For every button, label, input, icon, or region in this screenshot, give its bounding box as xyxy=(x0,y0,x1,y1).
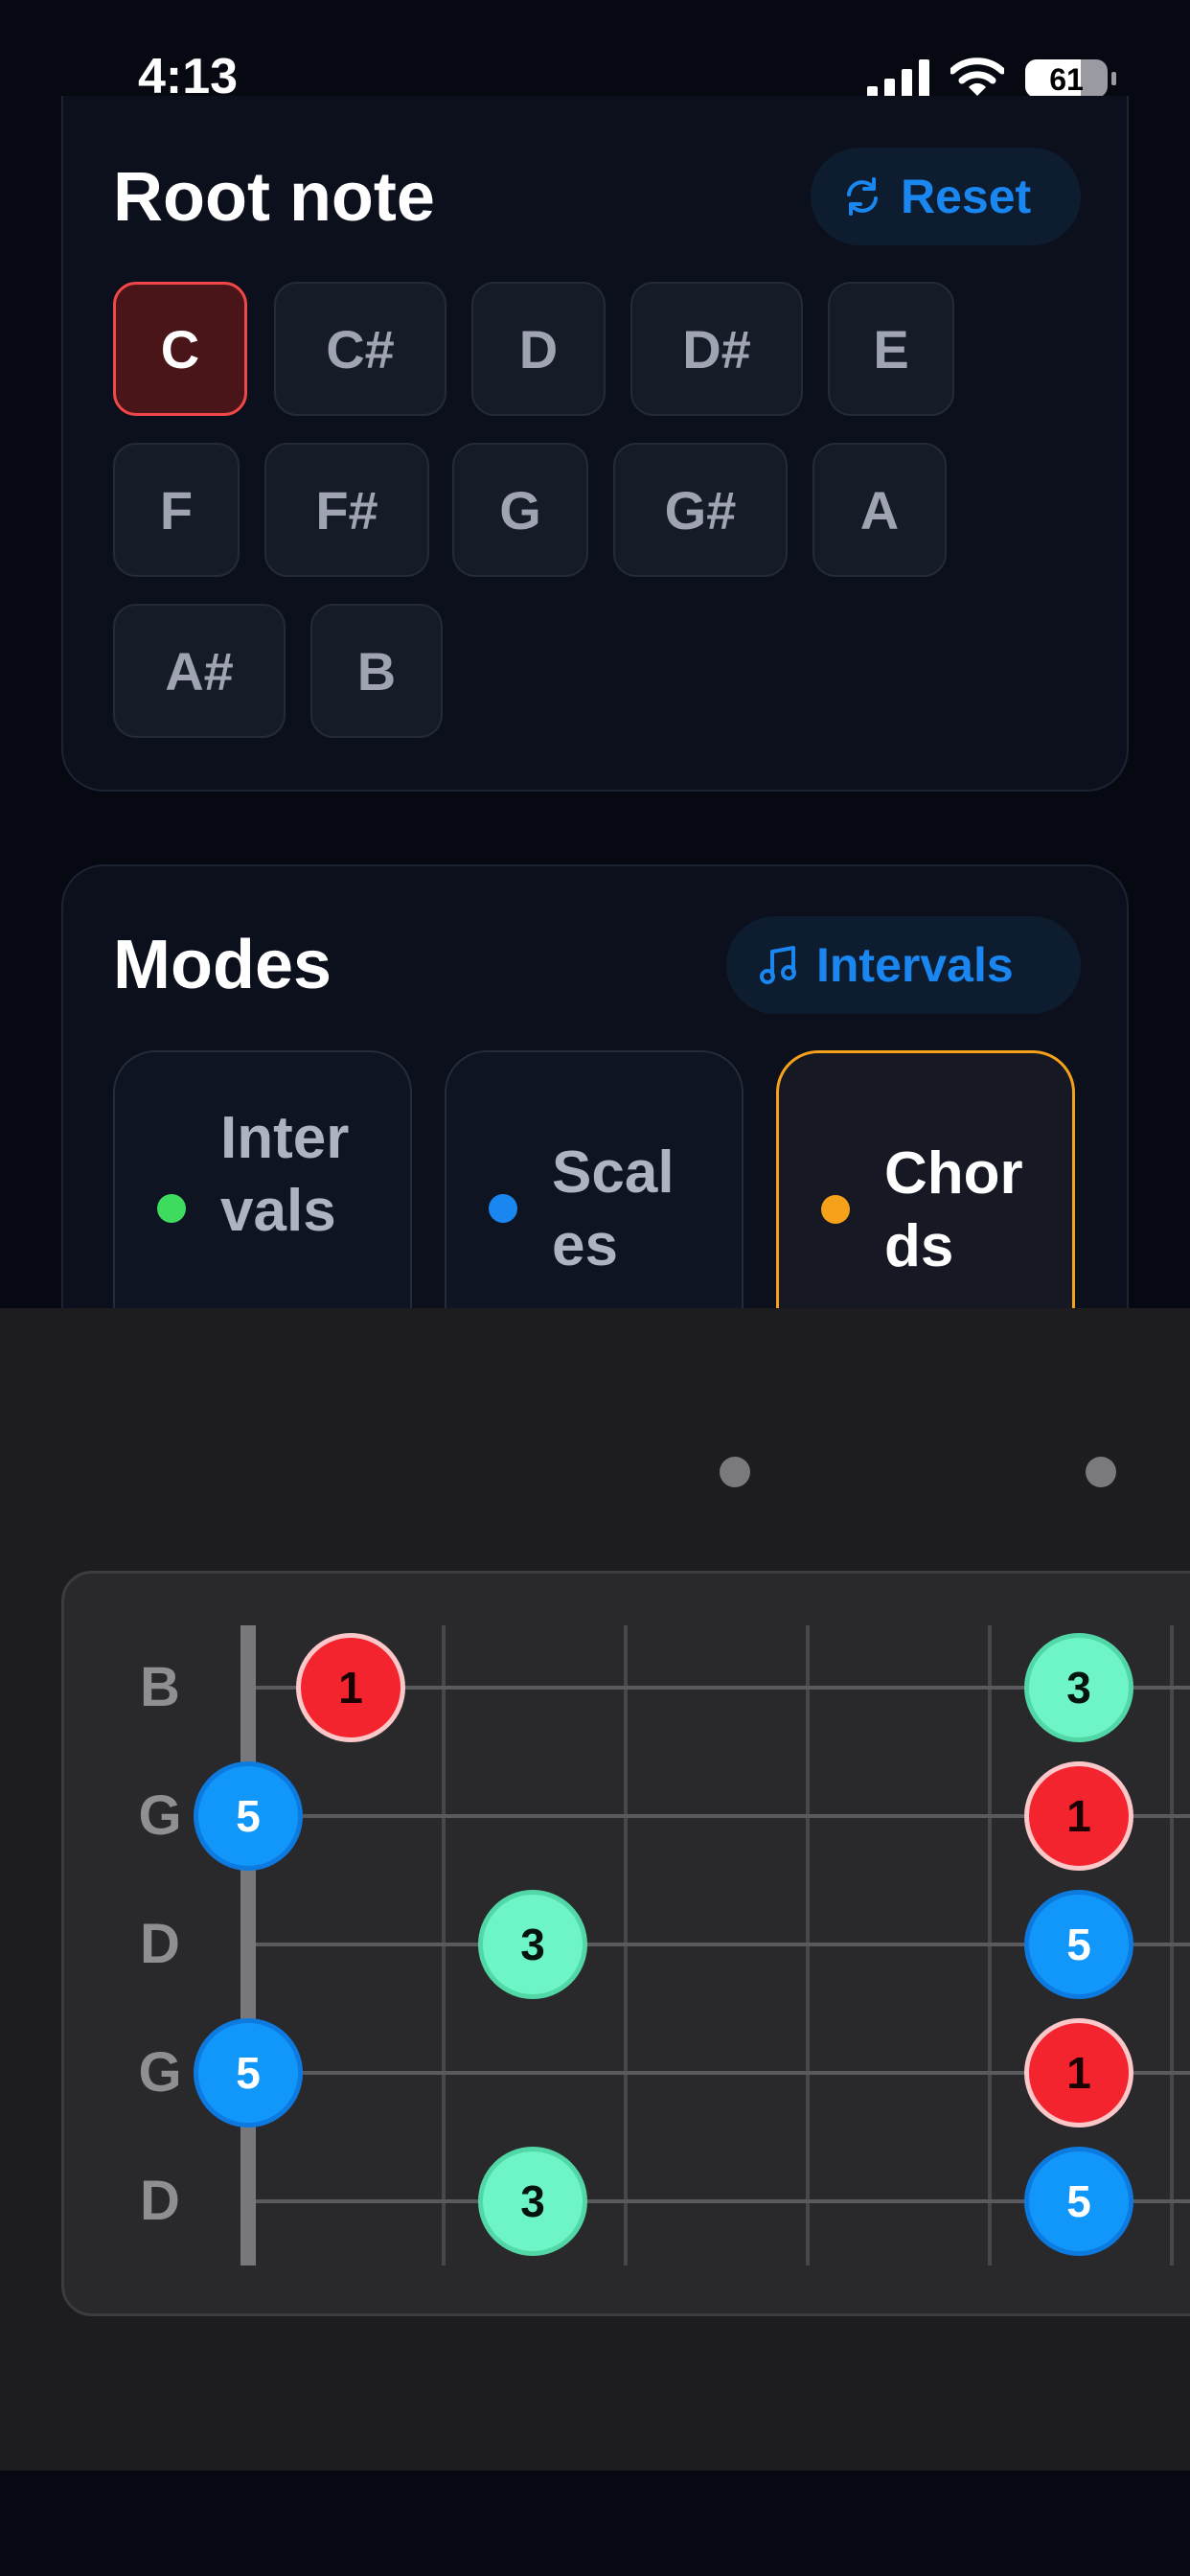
marker-label: 3 xyxy=(1066,1663,1091,1713)
reset-label: Reset xyxy=(901,170,1032,223)
note-button-g-sharp[interactable]: G# xyxy=(613,443,788,577)
note-button-b[interactable]: B xyxy=(310,604,443,738)
string-name: B xyxy=(140,1656,180,1718)
marker-label: 5 xyxy=(1066,2176,1091,2226)
fifth-marker[interactable]: 5 xyxy=(194,2018,303,2128)
fifth-marker[interactable]: 5 xyxy=(1024,1890,1133,1999)
root-note-card: Root note Reset C C# D D# E F F# G G# A … xyxy=(61,96,1129,792)
note-button-e[interactable]: E xyxy=(828,282,954,416)
marker-label: 3 xyxy=(520,2176,545,2226)
battery-icon: 61 xyxy=(1025,59,1116,98)
note-button-a-sharp[interactable]: A# xyxy=(113,604,286,738)
fretboard-sheet: B G D G D 1 3 5 1 3 5 5 1 3 5 xyxy=(0,1308,1190,2471)
note-button-d-sharp[interactable]: D# xyxy=(630,282,803,416)
cellular-signal-icon xyxy=(867,59,929,98)
third-marker[interactable]: 3 xyxy=(478,2147,587,2256)
third-marker[interactable]: 3 xyxy=(1024,1633,1133,1742)
wifi-icon xyxy=(950,58,1004,96)
music-note-icon xyxy=(760,946,796,984)
marker-label: 5 xyxy=(236,2048,261,2098)
mode-label-intervals: Intervals xyxy=(220,1105,350,1244)
third-marker[interactable]: 3 xyxy=(478,1890,587,1999)
modes-title: Modes xyxy=(113,927,332,1003)
refresh-icon xyxy=(847,177,878,216)
intervals-button[interactable]: Intervals xyxy=(726,916,1081,1014)
scales-dot-icon xyxy=(489,1194,517,1223)
string-name: G xyxy=(138,2041,182,2104)
note-button-g[interactable]: G xyxy=(452,443,588,577)
string-name: D xyxy=(140,1913,180,1975)
note-button-a[interactable]: A xyxy=(812,443,947,577)
note-button-f[interactable]: F xyxy=(113,443,240,577)
reset-button[interactable]: Reset xyxy=(811,148,1081,245)
intervals-dot-icon xyxy=(157,1194,186,1223)
root-marker[interactable]: 1 xyxy=(1024,1761,1133,1871)
root-note-title: Root note xyxy=(113,159,435,236)
root-marker[interactable]: 1 xyxy=(296,1633,405,1742)
marker-label: 5 xyxy=(236,1791,261,1841)
note-button-c-sharp[interactable]: C# xyxy=(274,282,446,416)
string-name: G xyxy=(138,1784,182,1847)
battery-level: 61 xyxy=(1049,62,1084,97)
mode-label-chords: Chords xyxy=(884,1140,1023,1279)
marker-label: 1 xyxy=(338,1663,363,1713)
marker-label: 1 xyxy=(1066,1791,1091,1841)
string-name: D xyxy=(140,2170,180,2232)
marker-label: 1 xyxy=(1066,2048,1091,2098)
fret-inlay-dot xyxy=(1086,1457,1116,1487)
fretboard-nut xyxy=(240,1625,256,2266)
marker-label: 5 xyxy=(1066,1920,1091,1969)
note-button-d[interactable]: D xyxy=(471,282,606,416)
fretboard[interactable]: B G D G D 1 3 5 1 3 5 5 1 3 5 xyxy=(61,1571,1190,2316)
intervals-button-label: Intervals xyxy=(816,938,1014,992)
marker-label: 3 xyxy=(520,1920,545,1969)
note-button-c[interactable]: C xyxy=(113,282,247,416)
mode-label-scales: Scales xyxy=(552,1139,675,1278)
note-button-f-sharp[interactable]: F# xyxy=(264,443,429,577)
fret-inlay-dot xyxy=(720,1457,750,1487)
fifth-marker[interactable]: 5 xyxy=(194,1761,303,1871)
chords-dot-icon xyxy=(821,1195,850,1224)
root-marker[interactable]: 1 xyxy=(1024,2018,1133,2128)
fifth-marker[interactable]: 5 xyxy=(1024,2147,1133,2256)
